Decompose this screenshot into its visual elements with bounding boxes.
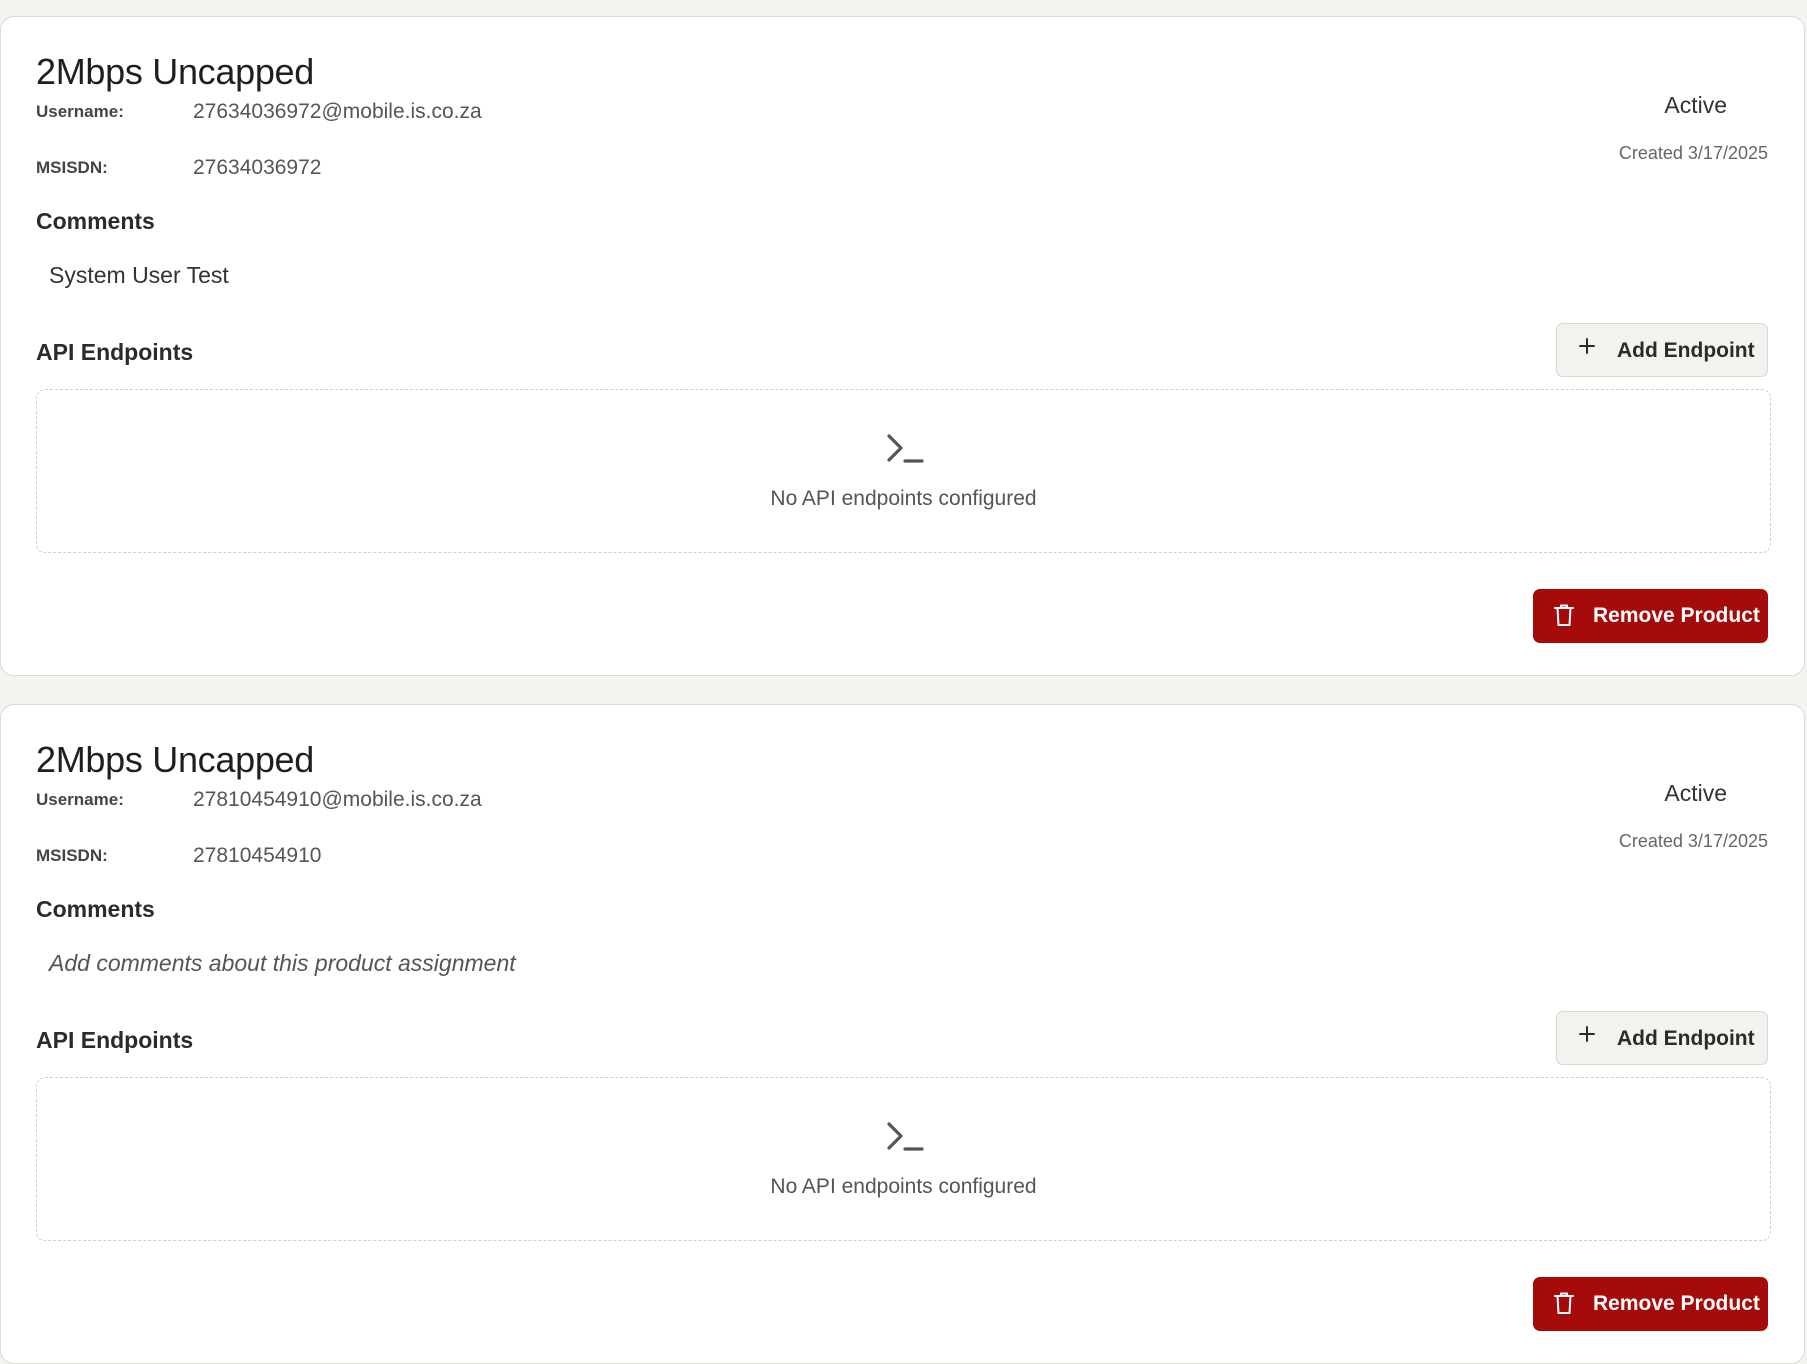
plus-icon <box>1579 1026 1595 1042</box>
product-card: 2Mbps Uncapped Username: 27810454910@mob… <box>0 704 1805 1364</box>
comments-heading: Comments <box>36 208 155 234</box>
remove-product-button[interactable]: Remove Product <box>1533 589 1768 643</box>
comments-heading: Comments <box>36 896 155 922</box>
plus-icon <box>1579 338 1595 354</box>
terminal-icon <box>887 434 924 463</box>
trash-icon <box>1554 604 1574 626</box>
created-date-value: 3/17/2025 <box>1687 831 1768 851</box>
remove-product-label: Remove Product <box>1593 1292 1760 1315</box>
product-title: 2Mbps Uncapped <box>36 51 314 92</box>
status-badge: Active <box>1664 92 1727 118</box>
api-endpoints-empty-state: No API endpoints configured <box>36 389 1771 553</box>
created-date: Created 3/17/2025 <box>1619 831 1768 852</box>
trash-icon <box>1554 1292 1574 1314</box>
remove-product-button[interactable]: Remove Product <box>1533 1277 1768 1331</box>
username-value: 27810454910@mobile.is.co.za <box>193 788 482 811</box>
product-card: 2Mbps Uncapped Username: 27634036972@mob… <box>0 16 1805 676</box>
msisdn-value: 27810454910 <box>193 844 322 867</box>
api-endpoints-empty-state: No API endpoints configured <box>36 1077 1771 1241</box>
add-endpoint-label: Add Endpoint <box>1617 339 1755 362</box>
add-endpoint-button[interactable]: Add Endpoint <box>1556 323 1768 377</box>
api-endpoints-heading: API Endpoints <box>36 1027 194 1053</box>
created-prefix: Created <box>1618 831 1683 851</box>
terminal-icon <box>887 1122 924 1151</box>
add-endpoint-label: Add Endpoint <box>1617 1027 1755 1050</box>
msisdn-value: 27634036972 <box>193 156 322 179</box>
remove-product-label: Remove Product <box>1593 604 1760 627</box>
msisdn-label: MSISDN: <box>36 158 108 177</box>
product-title: 2Mbps Uncapped <box>36 739 314 780</box>
username-label: Username: <box>36 102 124 121</box>
comments-field[interactable]: Add comments about this product assignme… <box>49 950 516 977</box>
empty-endpoints-text: No API endpoints configured <box>770 1175 1037 1198</box>
api-endpoints-heading: API Endpoints <box>36 339 194 365</box>
username-value: 27634036972@mobile.is.co.za <box>193 100 482 123</box>
status-badge: Active <box>1664 780 1727 806</box>
add-endpoint-button[interactable]: Add Endpoint <box>1556 1011 1768 1065</box>
created-prefix: Created <box>1618 143 1683 163</box>
username-label: Username: <box>36 790 124 809</box>
empty-endpoints-text: No API endpoints configured <box>770 487 1037 510</box>
created-date: Created 3/17/2025 <box>1619 143 1768 164</box>
comments-field[interactable]: System User Test <box>49 262 229 289</box>
created-date-value: 3/17/2025 <box>1687 143 1768 163</box>
msisdn-label: MSISDN: <box>36 846 108 865</box>
